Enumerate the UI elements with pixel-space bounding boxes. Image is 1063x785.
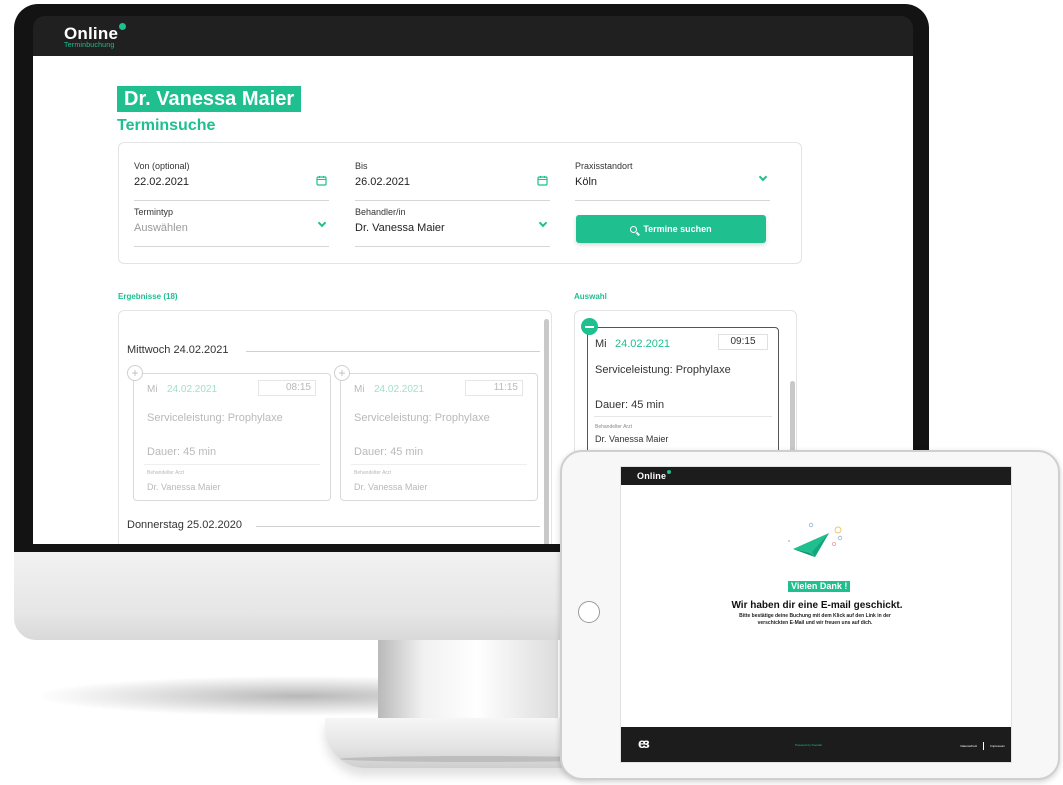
from-date-value: 22.02.2021	[134, 176, 190, 188]
chevron-down-icon	[758, 172, 768, 182]
practitioner-label: Behandler/in	[355, 207, 406, 217]
remove-slot-icon[interactable]	[581, 318, 598, 335]
results-heading: Ergebnisse (18)	[118, 292, 178, 301]
tablet-home-button	[578, 601, 600, 623]
appointment-type-placeholder: Auswählen	[134, 222, 188, 234]
paper-plane-icon	[788, 522, 843, 557]
selected-slot[interactable]: Mi 24.02.2021 09:15 Serviceleistung: Pro…	[587, 327, 779, 457]
selected-divider	[594, 416, 772, 417]
selected-time: 09:15	[718, 334, 768, 350]
results-list[interactable]: Mittwoch 24.02.2021 + Mi 24.02.2021 08:1…	[118, 310, 552, 544]
add-slot-icon[interactable]: +	[127, 365, 143, 381]
slot-time: 08:15	[258, 380, 316, 396]
slot-doctor: Dr. Vanessa Maier	[354, 482, 428, 492]
to-date-label: Bis	[355, 161, 368, 171]
tablet-footer: eз Powered by Doodelr Datenschutz Impress…	[621, 727, 1011, 762]
selected-service: Serviceleistung: Prophylaxe	[595, 364, 731, 376]
search-form: Von (optional) 22.02.2021 Bis 26.02.2021…	[118, 142, 802, 264]
slot-service: Serviceleistung: Prophylaxe	[354, 412, 490, 424]
slot-doctor: Dr. Vanessa Maier	[147, 482, 221, 492]
powered-by-text[interactable]: Powered by Doodelr	[795, 743, 822, 747]
chevron-down-icon	[317, 218, 327, 228]
calendar-icon[interactable]	[316, 175, 327, 189]
slot-date: 24.02.2021	[374, 384, 425, 395]
location-select[interactable]: Praxisstandort Köln	[575, 161, 770, 201]
slot-weekday: Mi	[147, 384, 158, 395]
brand-tagline: Terminbuchung	[64, 42, 115, 49]
selected-weekday: Mi	[595, 338, 607, 350]
page-title: Terminsuche	[117, 117, 216, 134]
selected-doctor: Dr. Vanessa Maier	[595, 434, 669, 444]
monitor-neck	[378, 634, 558, 726]
day-divider	[256, 526, 540, 527]
app-header: Online Terminbuchung	[33, 16, 913, 56]
brand-dot-icon	[119, 23, 127, 30]
slot-time: 11:15	[465, 380, 523, 396]
tablet-brand-name: Online	[637, 471, 667, 481]
location-value: Köln	[575, 176, 598, 188]
practitioner-select[interactable]: Behandler/in Dr. Vanessa Maier	[355, 207, 550, 247]
selected-date: 24.02.2021	[615, 338, 671, 350]
search-icon	[630, 226, 638, 233]
appointment-type-label: Termintyp	[134, 207, 174, 217]
slot-doctor-label: Behandelter Arzt	[147, 470, 184, 476]
tablet-screen: Online Vielen Dank ! Wir haben dir eine …	[620, 466, 1012, 763]
device-mockup: Online Terminbuchung Dr. Vanessa Maier T…	[0, 0, 1063, 785]
selected-doctor-label: Behandelter Arzt	[595, 424, 632, 430]
slot-duration: Dauer: 45 min	[147, 446, 217, 458]
appointment-type-select[interactable]: Termintyp Auswählen	[134, 207, 329, 247]
slot-doctor-label: Behandelter Arzt	[354, 470, 391, 476]
imprint-link[interactable]: Impressum	[990, 744, 1005, 748]
slot-date: 24.02.2021	[167, 384, 218, 395]
slot-divider	[144, 464, 320, 465]
day-header: Mittwoch 24.02.2021	[127, 344, 229, 356]
appointment-slot[interactable]: + Mi 24.02.2021 08:15 Serviceleistung: P…	[127, 365, 331, 501]
slot-service: Serviceleistung: Prophylaxe	[147, 412, 283, 424]
tablet-brand-logo[interactable]: Online	[637, 470, 672, 481]
brand-logo[interactable]: Online Terminbuchung	[64, 23, 127, 49]
footer-separator	[983, 742, 985, 750]
slot-weekday: Mi	[354, 384, 365, 395]
selection-heading: Auswahl	[574, 292, 607, 301]
add-slot-icon[interactable]: +	[334, 365, 350, 381]
search-button-label: Termine suchen	[643, 224, 712, 234]
doctor-banner: Dr. Vanessa Maier	[117, 86, 302, 112]
confirmation-text: Bitte bestätige deine Buchung mit dem Kl…	[739, 613, 891, 626]
to-date-field[interactable]: Bis 26.02.2021	[355, 161, 550, 201]
footer-links: Datenschutz Impressum	[960, 742, 1005, 750]
to-date-value: 26.02.2021	[355, 176, 411, 188]
brand-dot-icon	[667, 470, 672, 474]
appointment-slot[interactable]: + Mi 24.02.2021 11:15 Serviceleistung: P…	[334, 365, 538, 501]
brand-name: Online	[64, 24, 119, 43]
day-divider	[246, 351, 540, 352]
practitioner-value: Dr. Vanessa Maier	[355, 222, 445, 234]
slot-divider	[351, 464, 527, 465]
search-appointments-button[interactable]: Termine suchen	[576, 215, 766, 243]
calendar-icon[interactable]	[537, 175, 548, 189]
thank-you-badge: Vielen Dank !	[788, 581, 851, 592]
tablet-header: Online	[621, 467, 1011, 485]
selection-scrollbar[interactable]	[790, 381, 795, 461]
results-scrollbar[interactable]	[544, 319, 549, 544]
selected-duration: Dauer: 45 min	[595, 399, 665, 411]
day-header: Donnerstag 25.02.2020	[127, 519, 242, 531]
chevron-down-icon	[538, 218, 548, 228]
privacy-link[interactable]: Datenschutz	[960, 744, 977, 748]
from-date-label: Von (optional)	[134, 161, 190, 171]
from-date-field[interactable]: Von (optional) 22.02.2021	[134, 161, 329, 201]
footer-logo[interactable]: eз	[638, 735, 650, 751]
slot-duration: Dauer: 45 min	[354, 446, 424, 458]
confirmation-title: Wir haben dir eine E-mail geschickt.	[731, 600, 903, 611]
location-label: Praxisstandort	[575, 161, 633, 171]
